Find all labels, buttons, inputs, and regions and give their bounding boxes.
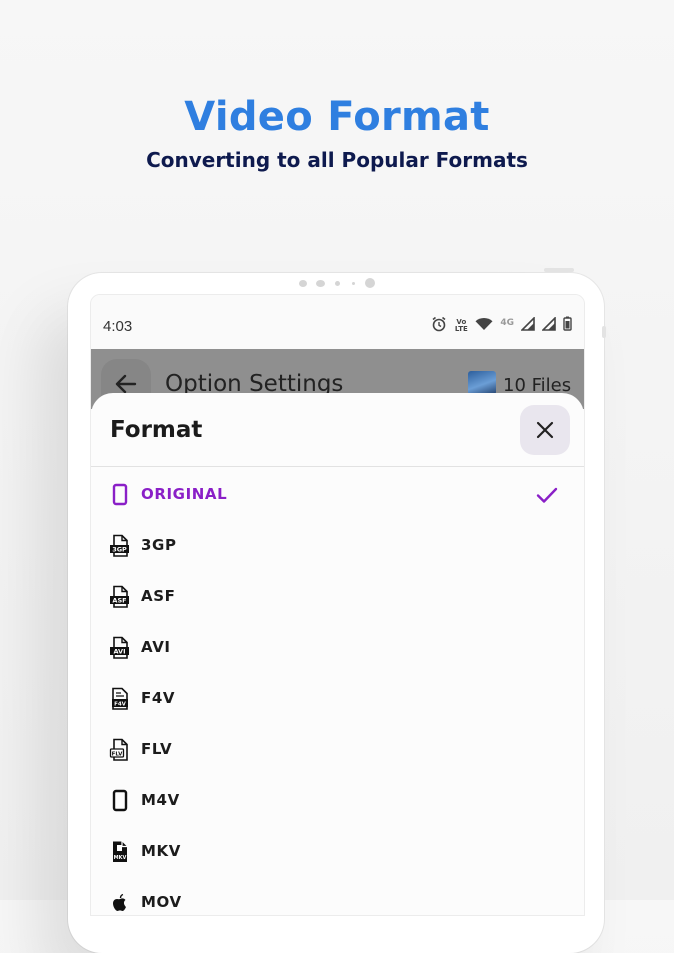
promo-subline: Converting to all Popular Formats — [146, 148, 528, 172]
camera-dot — [335, 281, 340, 286]
file-badge: MKV — [114, 855, 127, 861]
format-option-f4v[interactable]: F4V F4V — [91, 673, 584, 724]
format-label: M4V — [141, 791, 180, 809]
signal-icon — [541, 315, 556, 336]
format-option-avi[interactable]: AVI AVI — [91, 622, 584, 673]
format-bottom-sheet: Format ORIGINAL 3GP 3GP ASF ASF AVI AVI … — [91, 393, 584, 915]
phone-icon — [109, 483, 131, 507]
format-option-asf[interactable]: ASF ASF — [91, 571, 584, 622]
apple-icon — [109, 891, 131, 915]
file-badge: FLV — [112, 751, 124, 757]
camera-lens — [365, 278, 375, 288]
format-label: ASF — [141, 587, 176, 605]
camera-dot — [316, 280, 325, 287]
sheet-title: Format — [110, 417, 203, 443]
device-screen: 4:03 Vo LTE 4G Option Settings 10 Files … — [90, 294, 585, 916]
file-3gp-icon: 3GP — [109, 534, 131, 558]
battery-icon — [563, 316, 572, 336]
format-label: AVI — [141, 638, 171, 656]
volte-icon: Vo LTE — [454, 318, 468, 333]
video-thumbnail — [468, 371, 496, 395]
wifi-icon — [475, 317, 493, 336]
file-mkv-icon: MKV — [109, 840, 131, 864]
tablet-volume-button — [602, 326, 606, 338]
4g-icon: 4G — [500, 318, 514, 328]
file-badge: ASF — [112, 597, 126, 605]
format-label: ORIGINAL — [141, 485, 228, 503]
format-option-mov[interactable]: MOV — [91, 877, 584, 915]
camera-dot — [352, 282, 355, 285]
format-option-flv[interactable]: FLV FLV — [91, 724, 584, 775]
promo-headline: Video Format — [184, 94, 490, 140]
file-flv-icon: FLV — [109, 738, 131, 762]
file-badge: F4V — [114, 701, 127, 707]
phone-icon — [109, 789, 131, 813]
close-icon — [536, 421, 554, 439]
close-button[interactable] — [520, 405, 570, 455]
format-label: 3GP — [141, 536, 177, 554]
file-avi-icon: AVI — [109, 636, 131, 660]
divider — [91, 466, 584, 467]
check-icon — [534, 482, 560, 508]
format-label: MOV — [141, 893, 182, 911]
camera-dot — [299, 280, 307, 287]
file-asf-icon: ASF — [109, 585, 131, 609]
file-badge: AVI — [113, 648, 125, 656]
status-icons: Vo LTE 4G — [431, 315, 572, 337]
format-option-m4v[interactable]: M4V — [91, 775, 584, 826]
format-label: MKV — [141, 842, 181, 860]
signal-icon — [520, 315, 535, 336]
status-bar: 4:03 Vo LTE 4G — [91, 295, 584, 349]
file-f4v-icon: F4V — [109, 687, 131, 711]
format-label: F4V — [141, 689, 176, 707]
format-option-mkv[interactable]: MKV MKV — [91, 826, 584, 877]
file-badge: 3GP — [112, 546, 127, 554]
format-option-3gp[interactable]: 3GP 3GP — [91, 520, 584, 571]
format-label: FLV — [141, 740, 173, 758]
format-list: ORIGINAL 3GP 3GP ASF ASF AVI AVI F4V F4V… — [91, 469, 584, 915]
tablet-power-button — [544, 268, 574, 272]
status-time: 4:03 — [103, 318, 133, 335]
alarm-icon — [431, 316, 447, 337]
format-option-original[interactable]: ORIGINAL — [91, 469, 584, 520]
